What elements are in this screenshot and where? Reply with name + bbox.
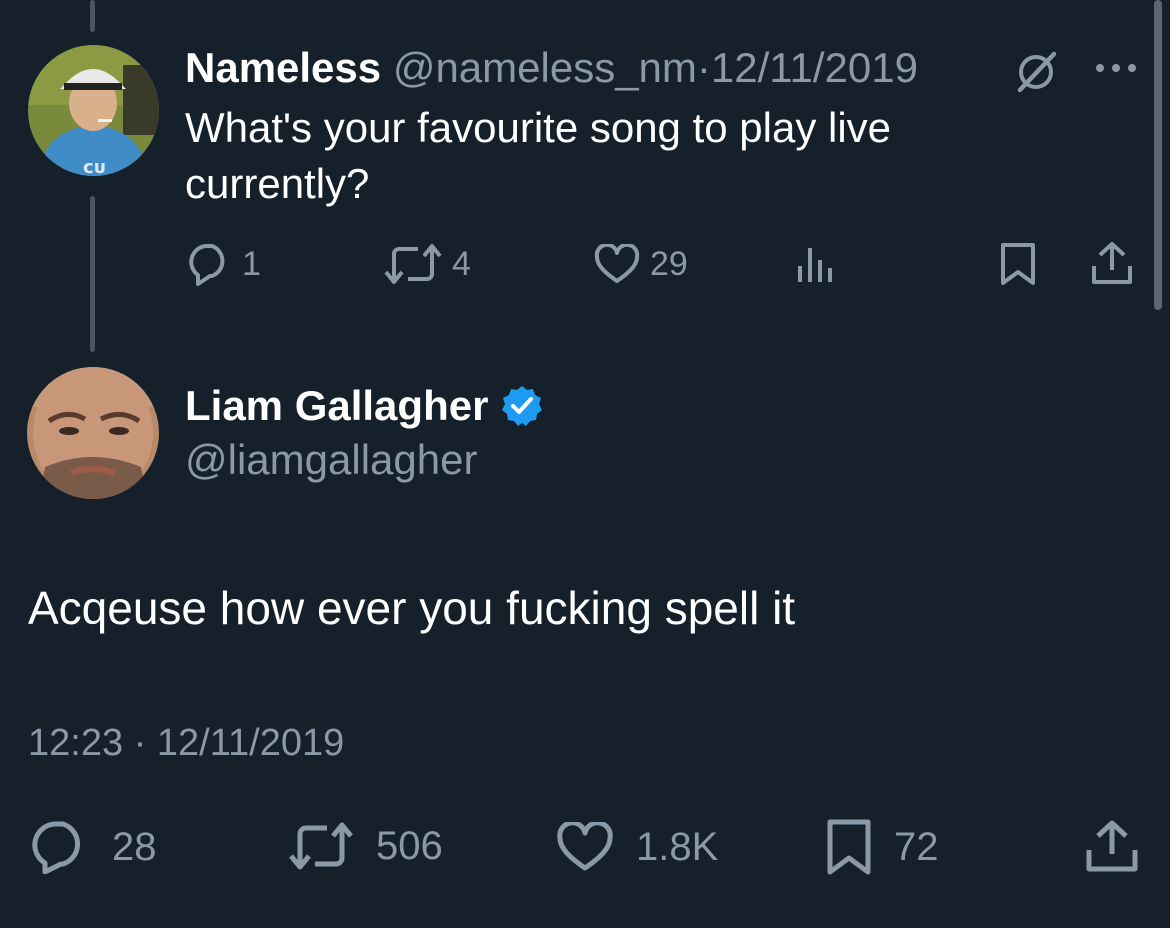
share-icon [1086,820,1138,872]
bookmark-button[interactable] [1000,242,1036,286]
display-name[interactable]: Nameless [185,44,381,91]
thread-line-connector [90,196,95,352]
separator: · [696,44,711,91]
repost-button[interactable]: 4 [384,244,471,284]
like-button[interactable]: 1.8K [556,822,718,872]
grok-button[interactable] [1012,48,1060,96]
tweet-time: 12:23 [28,722,124,764]
scrollbar[interactable] [1154,0,1162,310]
reply-icon [189,244,225,286]
repost-icon [384,244,442,284]
repost-count: 4 [452,244,471,283]
handle[interactable]: @liamgallagher [185,432,477,488]
tweet-thread-page: ᴄᴜ Nameless @nameless_nm·12/11/2019 What… [0,0,1170,928]
bookmark-icon [1001,243,1035,285]
display-name-row: Liam Gallagher [185,378,544,434]
tweet-date: 12/11/2019 [156,722,345,764]
more-icon [1096,64,1136,72]
like-button[interactable]: 29 [594,244,688,284]
reply-count: 1 [242,244,261,283]
avatar[interactable]: ᴄᴜ [28,45,159,176]
bookmark-icon [827,819,871,875]
tweet-timestamp[interactable]: 12:23 · 12/11/2019 [28,718,344,768]
share-button[interactable] [1090,240,1134,286]
like-count: 1.8K [636,824,719,869]
bookmark-button[interactable]: 72 [826,818,939,876]
share-icon [1092,242,1132,284]
avatar[interactable] [27,367,159,499]
views-icon [798,248,832,282]
reply-tweet-header: Nameless @nameless_nm·12/11/2019 [185,40,918,96]
reply-count: 28 [112,824,157,869]
handle[interactable]: @nameless_nm [393,44,697,91]
grok-icon [1017,51,1057,93]
reply-button[interactable]: 28 [28,820,157,874]
tweet-text: What's your favourite song to play live … [185,104,892,207]
svg-text:ᴄᴜ: ᴄᴜ [83,157,105,176]
tweet-date[interactable]: 12/11/2019 [711,44,918,91]
tweet-text: Acqeuse how ever you fucking spell it [28,582,796,634]
repost-icon [289,822,353,870]
thread-line-top [90,0,95,32]
more-button[interactable] [1094,58,1138,78]
display-name[interactable]: Liam Gallagher [185,378,488,434]
reply-button[interactable]: 1 [186,242,261,286]
repost-count: 506 [376,823,443,868]
reply-icon [32,821,81,874]
like-icon [594,244,640,283]
views-button[interactable] [796,244,836,284]
like-icon [557,822,613,871]
share-button[interactable] [1084,818,1140,874]
like-count: 29 [650,244,688,283]
verified-badge-icon [502,386,543,426]
repost-button[interactable]: 506 [288,822,443,870]
bookmark-count: 72 [894,824,939,869]
separator: · [133,722,147,764]
